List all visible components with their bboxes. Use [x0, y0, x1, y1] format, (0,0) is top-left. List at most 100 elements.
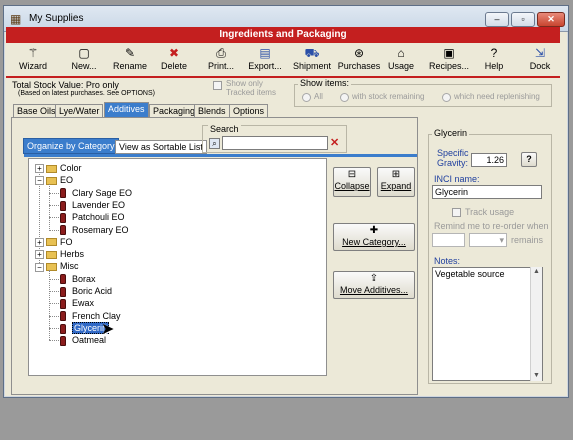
tree-folder[interactable]: − Misc [35, 260, 79, 272]
folder-icon [46, 250, 57, 259]
tab-packaging[interactable]: Packaging [149, 104, 200, 118]
tab-sortable-list[interactable]: View as Sortable List [115, 140, 207, 154]
expand-node-icon[interactable]: + [35, 250, 44, 260]
maximize-button[interactable]: ▫ [511, 12, 535, 27]
tree-folder[interactable]: + FO [35, 236, 73, 248]
tree-item[interactable]: Ewax [60, 297, 94, 309]
tab-base-oils[interactable]: Base Oils [13, 104, 60, 118]
toolbar-button-rename[interactable]: ✎ Rename [109, 46, 151, 76]
detail-title: Glycerin [432, 128, 470, 138]
tree-item[interactable]: Patchouli EO [60, 211, 125, 223]
reorder-quantity-field[interactable] [432, 233, 465, 247]
tree-connector [49, 270, 50, 341]
toolbar-button-export[interactable]: ▤ Export... [246, 46, 284, 76]
radio-with-stock[interactable] [340, 93, 349, 102]
clear-search-icon[interactable]: ✕ [330, 137, 341, 149]
toolbar-button-new[interactable]: ▢ New... [64, 46, 104, 76]
tree-item[interactable]: Clary Sage EO [60, 187, 132, 199]
new-category-button[interactable]: ✚ New Category... [333, 223, 415, 251]
radio-need-replenish[interactable] [442, 93, 451, 102]
window-title: My Supplies [29, 13, 84, 24]
tab-organize-by-category[interactable]: Organize by Category [23, 138, 119, 154]
search-input[interactable] [222, 136, 328, 150]
toolbar-button-usage[interactable]: ⌂ Usage [384, 46, 418, 76]
notes-field[interactable]: Vegetable source [432, 267, 543, 381]
toolbar-button-print[interactable]: ⎙ Print... [201, 46, 241, 76]
radio-all[interactable] [302, 93, 311, 102]
bottle-icon [60, 212, 66, 223]
category-tree[interactable]: + Color − EO Clary Sage EO Lavender EO Patchou… [28, 158, 327, 376]
radio-need-replenish-label: which need replenishing [454, 92, 540, 101]
close-button[interactable]: ✕ [537, 12, 565, 27]
truck-icon: ⛟ [304, 46, 320, 60]
folder-icon [46, 164, 57, 173]
scroll-up-icon[interactable]: ▲ [531, 267, 542, 277]
search-title: Search [208, 124, 241, 134]
toolbar-button-wizard[interactable]: ⚚ Wizard [14, 46, 52, 76]
toolbar-button-delete[interactable]: ✖ Delete [156, 46, 192, 76]
expand-button[interactable]: ⊞ Expand [377, 167, 415, 197]
tree-folder[interactable]: + Color [35, 162, 82, 174]
tab-blends[interactable]: Blends [194, 104, 230, 118]
search-icon[interactable]: ⌕ [209, 138, 220, 149]
bottle-icon [60, 200, 66, 211]
folder-icon [46, 238, 57, 247]
tree-folder[interactable]: − EO [35, 174, 73, 186]
toolbar-button-help[interactable]: ? Help [478, 46, 510, 76]
track-usage-checkbox[interactable] [452, 208, 461, 217]
inci-name-field[interactable]: Glycerin [432, 185, 542, 199]
tree-item[interactable]: Oatmeal [60, 334, 106, 346]
tracked-items-label: Tracked items [226, 88, 276, 97]
tree-item[interactable]: Borax [60, 273, 96, 285]
tree-node-label: Borax [72, 273, 96, 284]
tab-options[interactable]: Options [229, 104, 269, 118]
tree-node-label: EO [60, 175, 74, 186]
toolbar-button-dock[interactable]: ⇲ Dock [524, 46, 556, 76]
mouse-cursor-icon: ➤ [101, 321, 115, 338]
toolbar-button-shipment[interactable]: ⛟ Shipment [290, 46, 334, 76]
tab-lye-water[interactable]: Lye/Water [55, 104, 104, 118]
tree-item[interactable]: Boric Acid [60, 285, 112, 297]
reorder-unit-dropdown[interactable]: ▾ [469, 233, 507, 247]
toolbar-divider [6, 76, 560, 78]
notes-scrollbar[interactable]: ▲ ▼ [530, 267, 542, 381]
remind-label: Remind me to re-order when [434, 221, 549, 231]
toolbar-button-purchases[interactable]: ⊛ Purchases [336, 46, 382, 76]
collapse-node-icon[interactable]: − [35, 262, 44, 272]
stock-value-note: (Based on latest purchases. See OPTIONS) [18, 90, 155, 97]
new-folder-icon: ✚ [369, 225, 379, 236]
toolbar-label: Shipment [292, 61, 332, 71]
bottle-icon [60, 274, 66, 285]
tree-item[interactable]: Lavender EO [60, 199, 125, 211]
minimize-button[interactable]: – [485, 12, 509, 27]
toolbar-label: Export... [248, 61, 282, 71]
help-icon[interactable]: ? [521, 152, 537, 167]
toolbar-label: Purchases [337, 61, 381, 71]
tree-item[interactable]: French Clay [60, 310, 121, 322]
tree-folder[interactable]: + Herbs [35, 248, 84, 260]
collapse-node-icon[interactable]: − [35, 176, 44, 186]
radio-all-label: All [314, 92, 323, 101]
expand-node-icon[interactable]: + [35, 237, 44, 247]
delete-icon: ✖ [168, 46, 180, 60]
expand-node-icon[interactable]: + [35, 164, 44, 174]
purchases-icon: ⊛ [353, 46, 365, 60]
tree-connector [49, 204, 59, 206]
toolbar-label: Usage [387, 61, 414, 71]
track-usage-label: Track usage [465, 207, 515, 217]
collapse-button[interactable]: ⊟ Collapse [333, 167, 371, 197]
specific-label: Specific [437, 148, 469, 158]
scroll-down-icon[interactable]: ▼ [531, 371, 542, 381]
move-additives-button[interactable]: ⇪ Move Additives... [333, 271, 415, 299]
show-tracked-only-checkbox[interactable] [213, 81, 222, 90]
dock-icon: ⇲ [534, 46, 546, 60]
expand-icon: ⊞ [391, 169, 401, 180]
tree-node-label: Boric Acid [72, 286, 113, 296]
tree-item[interactable]: Rosemary EO [60, 224, 129, 236]
tree-connector [49, 229, 59, 231]
toolbar-label: New... [71, 61, 97, 71]
specific-gravity-field[interactable]: 1.26 [471, 153, 507, 167]
section-header: Ingredients and Packaging [6, 27, 560, 43]
tab-additives[interactable]: Additives [104, 102, 149, 118]
toolbar-button-recipes[interactable]: ▣ Recipes... [426, 46, 472, 76]
